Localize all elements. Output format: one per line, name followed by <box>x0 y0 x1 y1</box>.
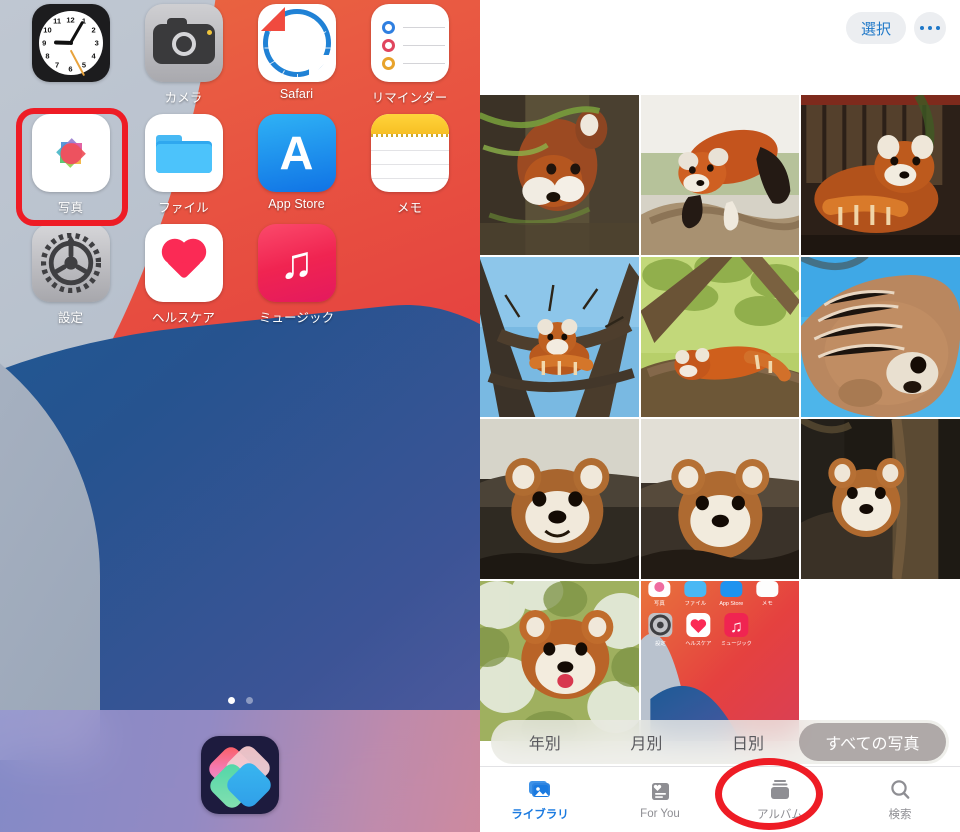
app-label-photos: 写真 <box>57 201 84 215</box>
svg-text:♫: ♫ <box>730 617 743 636</box>
tab-label-search: 検索 <box>888 808 912 821</box>
app-label-notes: メモ <box>396 201 423 215</box>
app-label-camera: カメラ <box>164 91 203 105</box>
photo-thumbnail-screenshot[interactable]: 写真 ファイル App Store メモ ♫ 設定 ヘルスケア ミュージック <box>640 581 800 741</box>
photo-thumbnail[interactable] <box>640 95 800 255</box>
page-indicator[interactable] <box>0 697 480 704</box>
app-label-app-store: App Store <box>268 197 325 211</box>
tab-search[interactable]: 検索 <box>840 767 960 832</box>
app-label-safari: Safari <box>279 87 314 101</box>
music-note-icon: ♫ <box>279 236 314 289</box>
app-clock[interactable]: 12 1 2 3 4 5 6 7 8 9 10 11 <box>14 4 127 106</box>
svg-text:写真: 写真 <box>654 599 665 607</box>
search-icon <box>887 778 913 802</box>
segment-months[interactable]: 月別 <box>596 723 698 761</box>
photo-thumbnail[interactable] <box>480 419 639 579</box>
page-dot-1[interactable] <box>227 697 235 704</box>
photos-tab-bar: ライブラリ For You アルバム 検索 <box>480 766 960 832</box>
files-icon <box>144 114 223 192</box>
photo-thumbnail[interactable] <box>801 419 960 579</box>
photo-thumbnail[interactable] <box>801 95 960 255</box>
app-notes[interactable]: メモ <box>353 114 466 216</box>
svg-text:App Store: App Store <box>719 601 743 607</box>
clock-icon: 12 1 2 3 4 5 6 7 8 9 10 11 <box>31 4 110 82</box>
ellipsis-icon <box>919 25 941 31</box>
settings-icon <box>31 224 110 302</box>
svg-text:ヘルスケア: ヘルスケア <box>685 640 711 647</box>
tab-albums[interactable]: アルバム <box>720 767 840 832</box>
health-icon <box>144 224 223 302</box>
app-camera[interactable]: カメラ <box>127 4 240 106</box>
reminders-icon <box>370 4 449 82</box>
app-safari[interactable]: Safari <box>240 4 353 106</box>
tab-library[interactable]: ライブラリ <box>480 767 600 832</box>
app-app-store[interactable]: A App Store <box>240 114 353 216</box>
tab-label-for-you: For You <box>640 807 680 820</box>
app-label-settings: 設定 <box>57 311 84 325</box>
photo-thumbnail[interactable] <box>480 257 639 417</box>
tab-label-library: ライブラリ <box>511 808 569 821</box>
library-icon <box>527 778 553 802</box>
app-label-files: ファイル <box>158 201 209 215</box>
for-you-icon <box>647 780 673 804</box>
photos-app: 選択 写真 ファイル App Store メモ ♫ 設定 ヘルスケア ミュージッ… <box>480 0 960 832</box>
app-files[interactable]: ファイル <box>127 114 240 216</box>
segment-days[interactable]: 日別 <box>697 723 799 761</box>
safari-icon <box>257 4 336 82</box>
photos-header: 選択 <box>480 0 960 95</box>
app-settings[interactable]: 設定 <box>14 224 127 326</box>
app-label-reminders: リマインダー <box>371 91 448 105</box>
photo-thumbnail[interactable] <box>640 257 800 417</box>
segment-all-photos[interactable]: すべての写真 <box>798 723 947 761</box>
tab-label-albums: アルバム <box>757 808 803 821</box>
photo-grid: 写真 ファイル App Store メモ ♫ 設定 ヘルスケア ミュージック <box>480 95 960 741</box>
app-label-health: ヘルスケア <box>151 311 215 325</box>
select-button[interactable]: 選択 <box>845 12 906 44</box>
home-app-grid: 12 1 2 3 4 5 6 7 8 9 10 11 カメラ Safari リマ… <box>0 0 480 326</box>
photos-icon <box>31 114 110 192</box>
app-music[interactable]: ♫ ミュージック <box>240 224 353 326</box>
svg-text:メモ: メモ <box>762 600 773 607</box>
photo-thumbnail[interactable] <box>640 419 800 579</box>
app-reminders[interactable]: リマインダー <box>353 4 466 106</box>
photos-view-segmented-control: 年別 月別 日別 すべての写真 <box>491 720 949 764</box>
camera-icon <box>144 4 223 82</box>
app-label-music: ミュージック <box>258 311 335 325</box>
photo-thumbnail[interactable] <box>480 581 639 741</box>
photo-thumbnail[interactable] <box>801 257 960 417</box>
shortcuts-icon[interactable] <box>201 736 279 814</box>
app-photos[interactable]: 写真 <box>14 114 127 216</box>
gear-icon <box>40 233 101 293</box>
photo-grid-empty-cell <box>801 581 960 741</box>
svg-text:設定: 設定 <box>655 639 665 647</box>
ios-home-screen: 12 1 2 3 4 5 6 7 8 9 10 11 カメラ Safari リマ… <box>0 0 480 832</box>
notes-icon <box>370 114 449 192</box>
tab-for-you[interactable]: For You <box>600 767 720 832</box>
photo-thumbnail[interactable] <box>480 95 639 255</box>
svg-text:ミュージック: ミュージック <box>720 640 751 647</box>
page-dot-2[interactable] <box>245 697 253 704</box>
svg-text:ファイル: ファイル <box>684 600 706 607</box>
albums-icon <box>767 778 793 802</box>
app-store-icon: A <box>257 114 336 192</box>
more-options-button[interactable] <box>914 12 946 44</box>
heart-icon <box>165 243 202 280</box>
music-icon: ♫ <box>257 224 336 302</box>
app-health[interactable]: ヘルスケア <box>127 224 240 326</box>
segment-years[interactable]: 年別 <box>494 723 596 761</box>
dock <box>0 736 480 814</box>
